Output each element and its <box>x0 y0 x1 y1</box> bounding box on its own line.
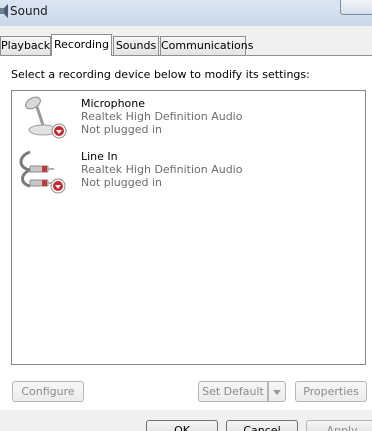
ok-button[interactable]: OK <box>146 420 218 431</box>
device-name: Microphone <box>81 97 146 110</box>
instruction-text: Select a recording device below to modif… <box>11 68 310 81</box>
close-button[interactable] <box>340 0 372 15</box>
device-driver: Realtek High Definition Audio <box>81 163 243 176</box>
properties-button[interactable]: Properties <box>295 381 367 402</box>
device-name: Line In <box>81 150 118 163</box>
chevron-down-icon <box>273 389 281 395</box>
set-default-button[interactable]: Set Default <box>198 381 268 402</box>
device-item-line-in[interactable]: Line In Realtek High Definition Audio No… <box>16 146 361 196</box>
tab-strip: Playback Recording Sounds Communications <box>0 34 372 56</box>
device-status: Not plugged in <box>81 123 163 136</box>
tab-recording[interactable]: Recording <box>51 34 112 56</box>
device-item-microphone[interactable]: Microphone Realtek High Definition Audio… <box>16 93 361 143</box>
device-driver: Realtek High Definition Audio <box>81 110 243 123</box>
configure-button[interactable]: Configure <box>12 381 84 402</box>
tab-playback[interactable]: Playback <box>0 36 51 55</box>
device-status: Not plugged in <box>81 176 163 189</box>
cancel-button[interactable]: Cancel <box>226 420 298 431</box>
sound-dialog: Sound Playback Recording Sounds Communic… <box>0 0 372 431</box>
device-list[interactable]: Microphone Realtek High Definition Audio… <box>11 90 366 365</box>
speaker-icon <box>0 4 8 18</box>
recording-panel: Select a recording device below to modif… <box>0 55 372 410</box>
tab-sounds[interactable]: Sounds <box>113 36 159 55</box>
set-default-dropdown-button[interactable] <box>268 381 286 402</box>
apply-button[interactable]: Apply <box>306 420 372 431</box>
line-in-jack-icon <box>19 150 66 194</box>
tab-communications[interactable]: Communications <box>160 36 253 55</box>
window-title: Sound <box>10 4 48 18</box>
microphone-icon <box>25 96 67 139</box>
title-bar: Sound <box>0 0 372 26</box>
